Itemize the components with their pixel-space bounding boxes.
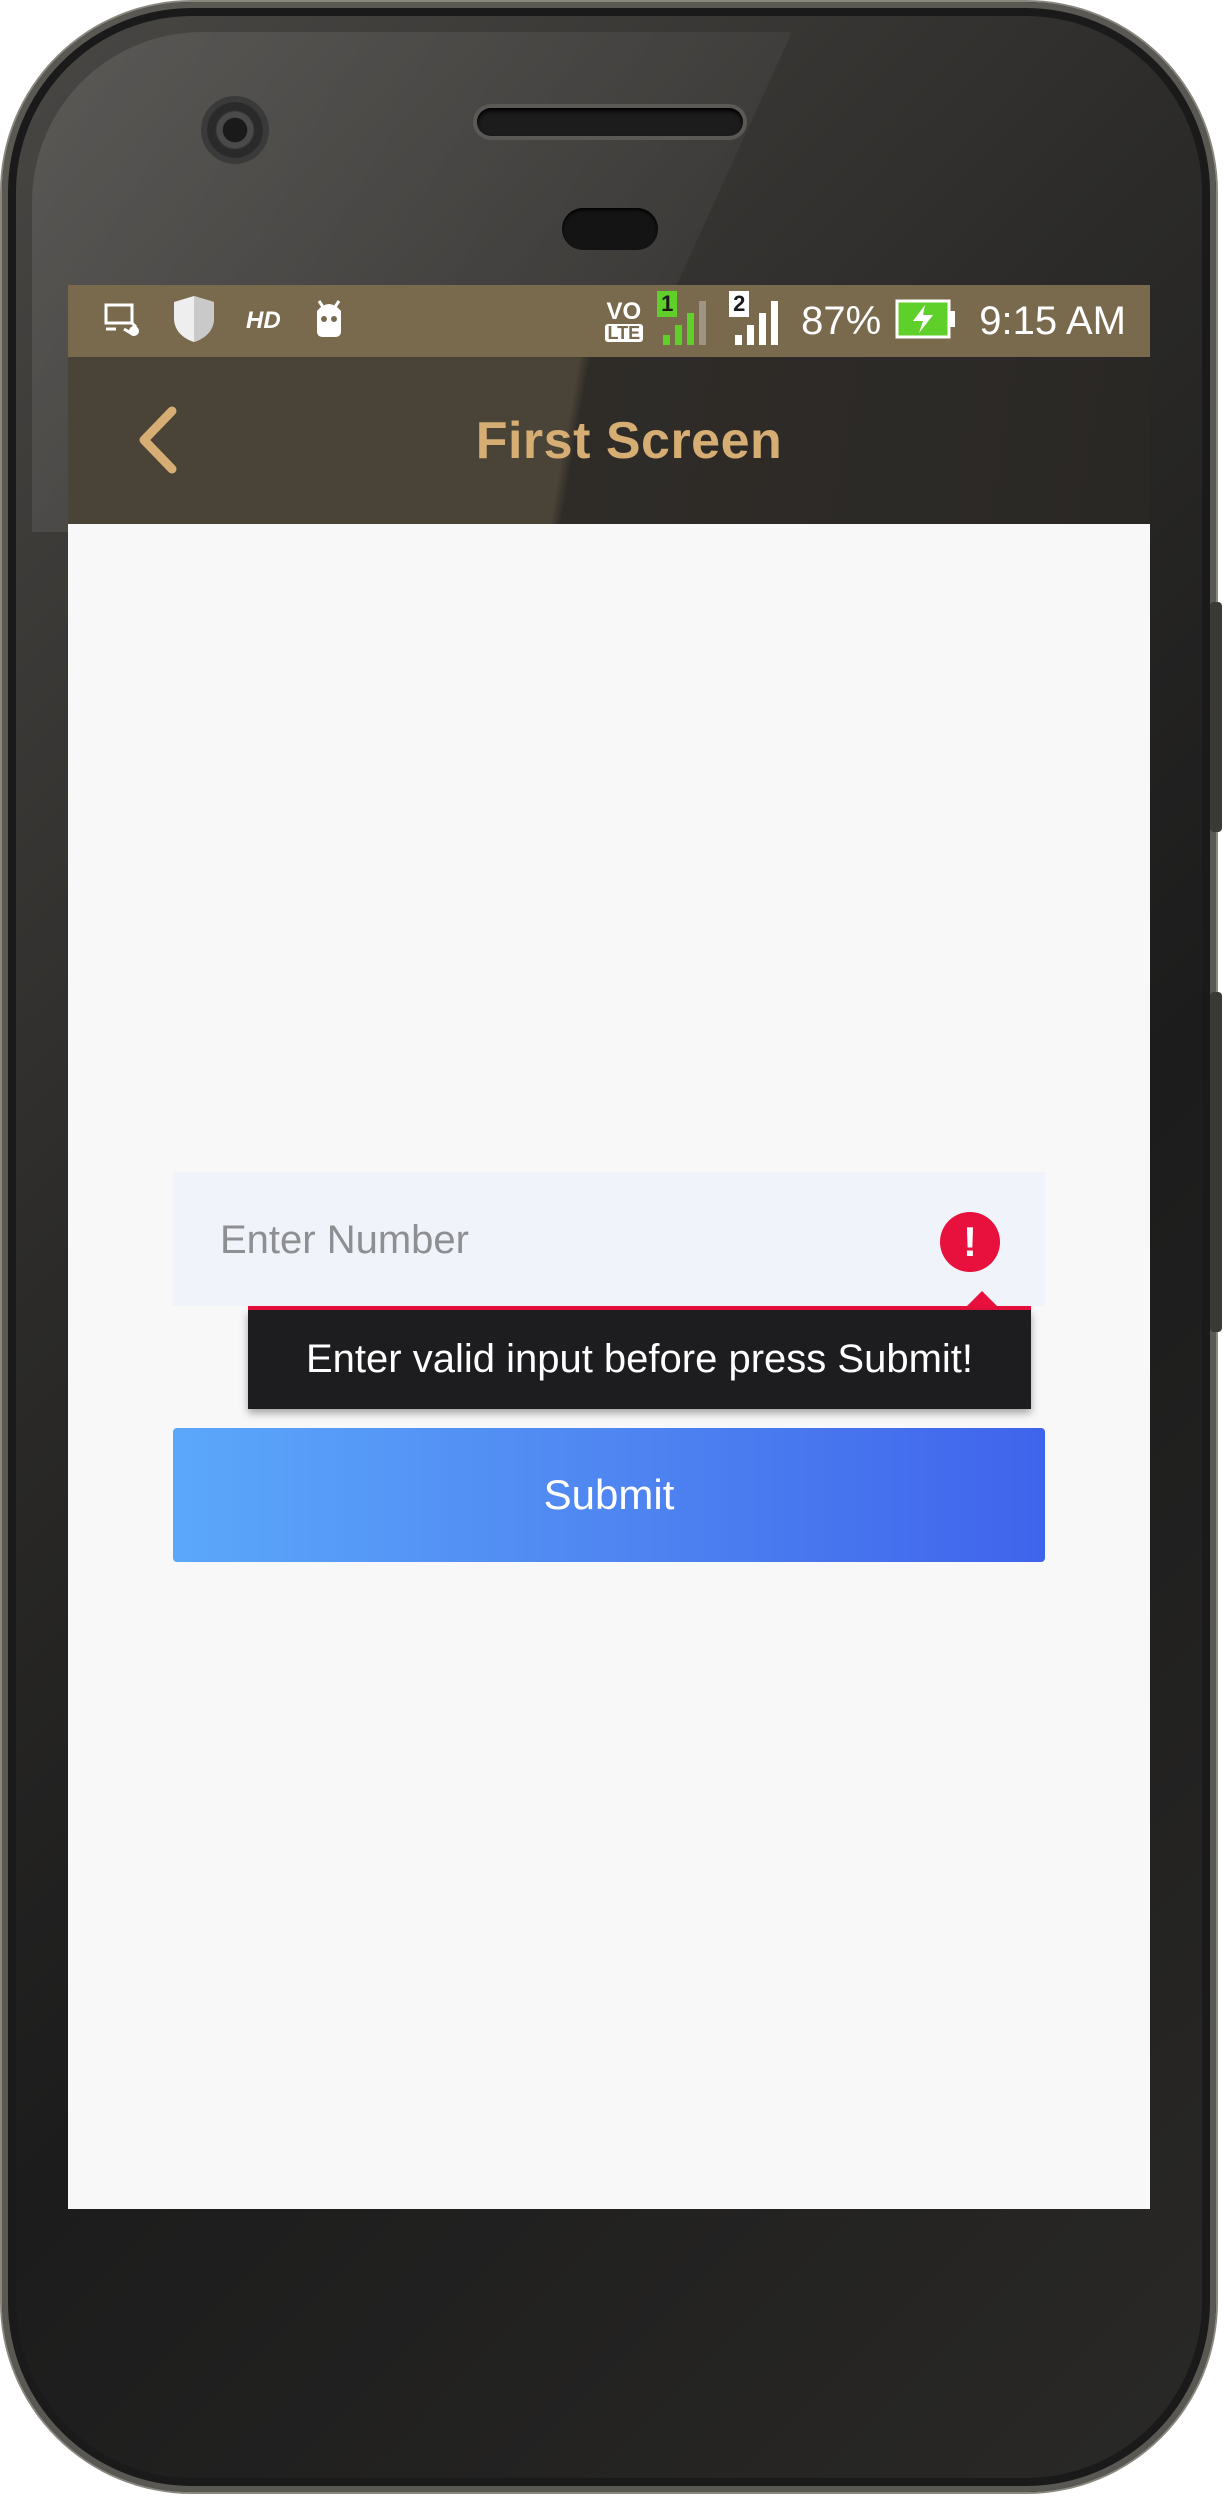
- exclamation-icon: !: [940, 1212, 1000, 1272]
- tooltip-arrow: [966, 1291, 998, 1307]
- number-input-container: !: [173, 1172, 1045, 1308]
- number-input[interactable]: [218, 1172, 922, 1308]
- volte-icon: VO LTE: [604, 298, 644, 343]
- earpiece-speaker: [477, 108, 743, 136]
- battery-percentage: 87%: [801, 298, 882, 343]
- screen: HD VO LTE 1 2 87% 9:15 AM First Screen E…: [68, 285, 1150, 2209]
- battery-charging-icon: [895, 299, 957, 344]
- front-camera: [207, 102, 263, 158]
- proximity-sensor: [562, 208, 658, 250]
- error-tooltip: Enter valid input before press Submit!: [248, 1310, 1031, 1409]
- android-icon: [309, 297, 349, 346]
- status-bar: HD VO LTE 1 2 87% 9:15 AM: [68, 285, 1150, 357]
- hd-icon: HD: [246, 307, 281, 334]
- app-bar: First Screen: [68, 357, 1150, 524]
- phone-frame: HD VO LTE 1 2 87% 9:15 AM First Screen E…: [2, 2, 1222, 2492]
- volume-button: [1210, 992, 1222, 1332]
- error-message: Enter valid input before press Submit!: [305, 1337, 973, 1381]
- shield-icon: [170, 294, 218, 349]
- sim2-signal-icon: 2: [729, 291, 787, 349]
- cast-icon: [102, 299, 142, 344]
- submit-button[interactable]: Submit: [173, 1428, 1045, 1562]
- power-button: [1210, 602, 1222, 832]
- clock: 9:15 AM: [979, 298, 1126, 343]
- sim1-signal-icon: 1: [657, 291, 715, 349]
- page-title: First Screen: [475, 411, 783, 470]
